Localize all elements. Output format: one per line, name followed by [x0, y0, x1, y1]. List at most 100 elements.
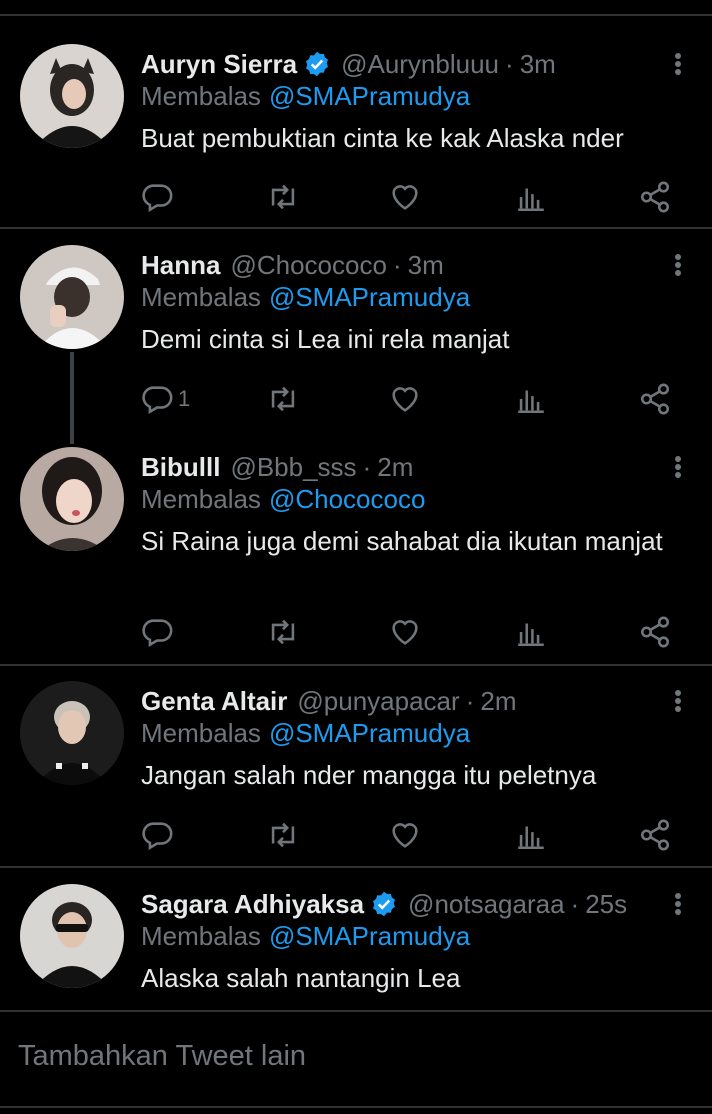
tweet-actions [140, 177, 680, 217]
avatar[interactable] [20, 44, 124, 148]
retweet-button[interactable] [266, 612, 300, 652]
reply-button[interactable] [140, 815, 178, 855]
reply-prefix: Membalas [141, 282, 261, 312]
retweet-icon [271, 822, 295, 848]
verified-badge-icon [373, 891, 396, 917]
share-icon [640, 181, 670, 213]
more-vertical-icon[interactable] [666, 249, 690, 281]
reply-context: Membalas @SMAPramudya [141, 718, 470, 749]
timestamp[interactable]: 2m [480, 686, 516, 717]
tweet-actions [140, 815, 680, 855]
views-button[interactable] [514, 815, 548, 855]
heart-icon [392, 185, 418, 210]
reply-mention[interactable]: @SMAPramudya [269, 81, 470, 111]
retweet-button[interactable] [266, 379, 300, 419]
separator-dot: · [362, 451, 372, 482]
reply-mention[interactable]: @Chocococo [269, 484, 425, 514]
retweet-button[interactable] [266, 815, 300, 855]
handle[interactable]: @Aurynbluuu [341, 49, 499, 80]
retweet-icon [271, 386, 295, 412]
display-name[interactable]: Bibulll [141, 452, 220, 483]
reply-count: 1 [178, 386, 191, 411]
timestamp[interactable]: 3m [408, 250, 444, 281]
add-tweet-input[interactable]: Tambahkan Tweet lain [18, 1040, 306, 1073]
separator-dot: · [570, 888, 580, 919]
views-button[interactable] [514, 177, 548, 217]
tweet-text: Jangan salah nder mangga itu peletnya [141, 760, 597, 790]
timestamp[interactable]: 3m [520, 49, 556, 80]
timestamp[interactable]: 2m [377, 452, 413, 483]
tweet-text: Si Raina juga demi sahabat dia ikutan ma… [141, 526, 663, 556]
reply-button[interactable]: 1 [140, 379, 190, 419]
handle[interactable]: @Chocococo [230, 250, 386, 281]
more-vertical-icon[interactable] [666, 451, 690, 483]
reply-mention[interactable]: @SMAPramudya [269, 921, 470, 951]
share-icon [640, 616, 670, 648]
reply-prefix: Membalas [141, 81, 261, 111]
tweet-text: Demi cinta si Lea ini rela manjat [141, 324, 510, 354]
timestamp[interactable]: 25s [585, 889, 627, 920]
display-name[interactable]: Hanna [141, 250, 220, 281]
share-button[interactable] [638, 379, 672, 419]
reply-icon [142, 822, 173, 851]
top-divider [0, 14, 712, 16]
tweet-divider [0, 227, 712, 229]
like-button[interactable] [388, 612, 422, 652]
bottom-divider [0, 1106, 712, 1108]
like-button[interactable] [388, 815, 422, 855]
heart-icon [392, 387, 418, 412]
more-vertical-icon[interactable] [666, 685, 690, 717]
like-button[interactable] [388, 379, 422, 419]
heart-icon [392, 823, 418, 848]
reply-button[interactable] [140, 612, 178, 652]
display-name[interactable]: Sagara Adhiyaksa [141, 889, 364, 920]
reply-context: Membalas @SMAPramudya [141, 921, 470, 952]
tweet-text: Alaska salah nantangin Lea [141, 963, 461, 993]
tweet-actions [140, 612, 680, 652]
reply-prefix: Membalas [141, 718, 261, 748]
tweet[interactable]: Hanna @Chocococo · 3m Membalas @SMAPramud… [0, 245, 712, 425]
separator-dot: · [505, 48, 514, 79]
views-icon [518, 188, 544, 212]
reply-prefix: Membalas [141, 921, 261, 951]
tweet[interactable]: Auryn Sierra @Aurynbluuu · 3m Membalas @S… [0, 44, 712, 224]
more-vertical-icon[interactable] [666, 48, 690, 80]
share-button[interactable] [638, 177, 672, 217]
handle[interactable]: @punyapacar [297, 686, 459, 717]
views-icon [518, 826, 544, 850]
reply-context: Membalas @SMAPramudya [141, 81, 470, 112]
like-button[interactable] [388, 177, 422, 217]
views-icon [518, 390, 544, 414]
reply-context: Membalas @Chocococo [141, 484, 425, 515]
more-vertical-icon[interactable] [666, 888, 690, 920]
tweet-divider [0, 664, 712, 666]
share-button[interactable] [638, 815, 672, 855]
avatar[interactable] [20, 245, 124, 349]
display-name[interactable]: Genta Altair [141, 686, 287, 717]
tweet-divider [0, 1010, 712, 1012]
verified-badge-icon [306, 51, 329, 77]
reply-mention[interactable]: @SMAPramudya [269, 282, 470, 312]
retweet-icon [271, 619, 295, 645]
reply-mention[interactable]: @SMAPramudya [269, 718, 470, 748]
tweet[interactable]: Bibulll @Bbb_sss · 2m Membalas @Chocococo… [0, 447, 712, 662]
avatar[interactable] [20, 681, 124, 785]
reply-icon [142, 184, 173, 213]
handle[interactable]: @notsagaraa [408, 889, 565, 920]
tweet-divider [0, 866, 712, 868]
retweet-button[interactable] [266, 177, 300, 217]
views-button[interactable] [514, 379, 548, 419]
avatar[interactable] [20, 884, 124, 988]
handle[interactable]: @Bbb_sss [230, 452, 356, 483]
share-button[interactable] [638, 612, 672, 652]
avatar[interactable] [20, 447, 124, 551]
heart-icon [392, 620, 418, 645]
share-icon [640, 383, 670, 415]
views-icon [518, 623, 544, 647]
display-name[interactable]: Auryn Sierra [141, 49, 297, 80]
views-button[interactable] [514, 612, 548, 652]
tweet-text: Buat pembuktian cinta ke kak Alaska nder [141, 123, 624, 153]
reply-button[interactable] [140, 177, 178, 217]
tweet[interactable]: Sagara Adhiyaksa @notsagaraa · 25s Memba… [0, 884, 712, 1004]
tweet[interactable]: Genta Altair @punyapacar · 2m Membalas @S… [0, 681, 712, 863]
